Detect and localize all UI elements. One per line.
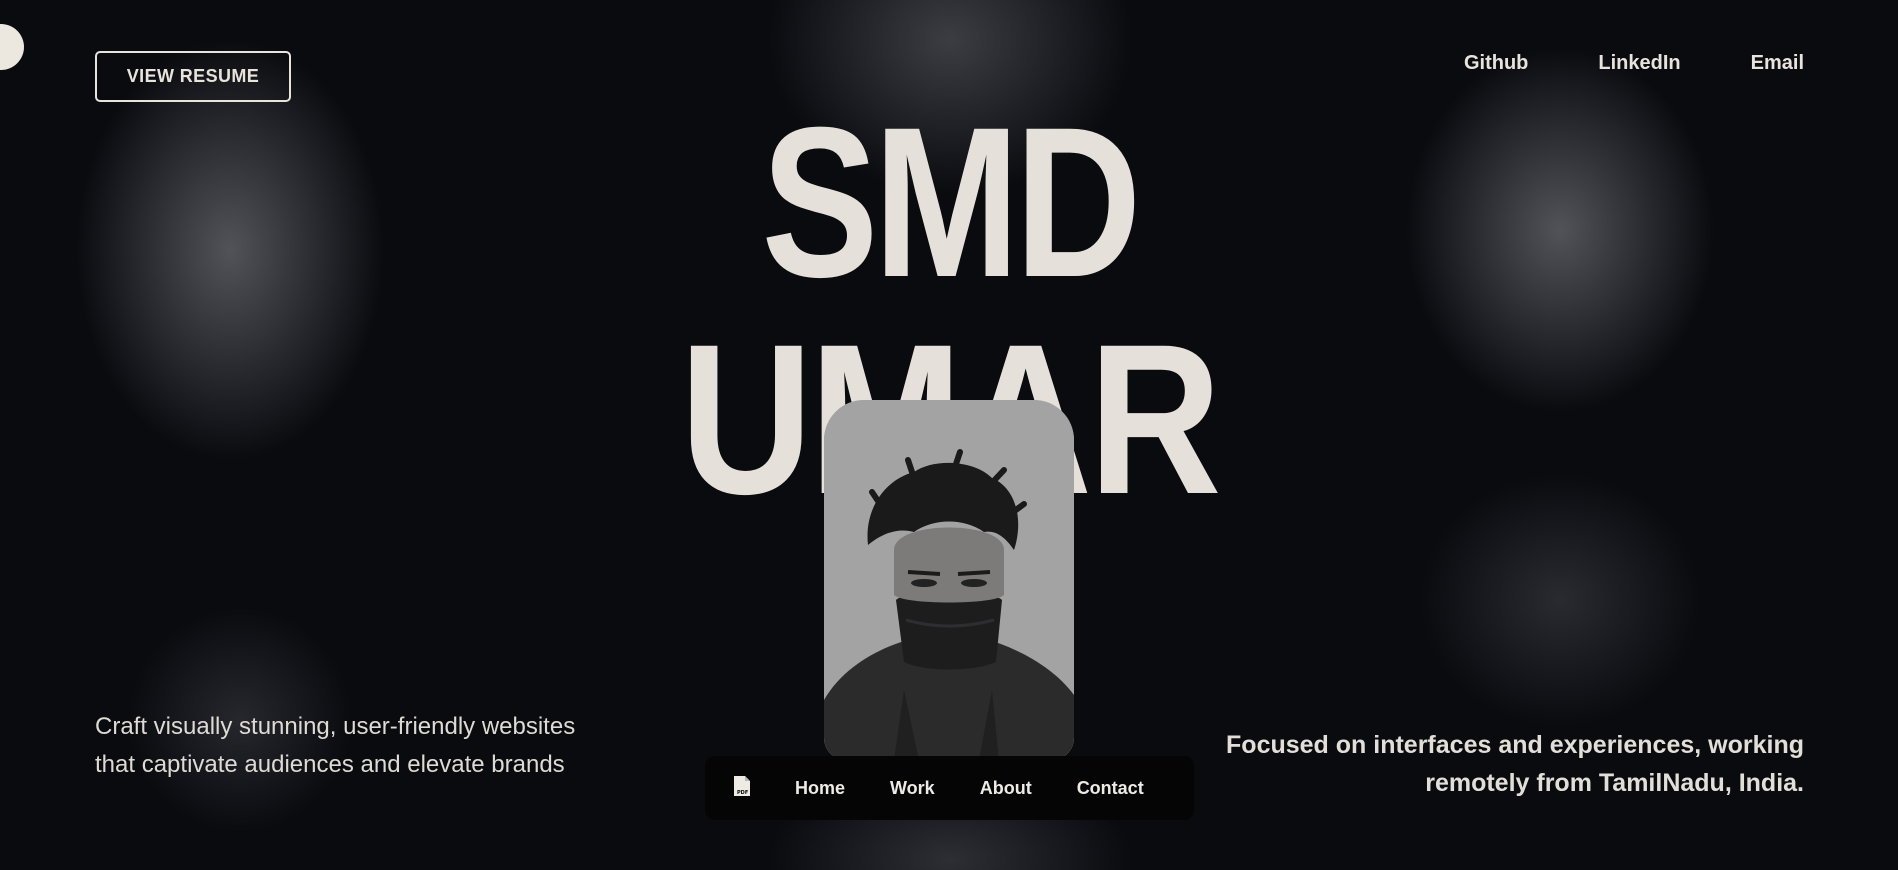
- nav-item-work[interactable]: Work: [890, 778, 935, 799]
- svg-text:PDF: PDF: [737, 790, 748, 796]
- top-nav: Github LinkedIn Email: [1464, 52, 1804, 75]
- nav-item-contact[interactable]: Contact: [1077, 778, 1144, 799]
- hero-page: VIEW RESUME Github LinkedIn Email SMD UM…: [0, 0, 1898, 870]
- view-resume-button[interactable]: VIEW RESUME: [95, 51, 291, 102]
- bottom-nav: PDF Home Work About Contact: [705, 756, 1194, 820]
- nav-item-about[interactable]: About: [980, 778, 1032, 799]
- pdf-file-icon[interactable]: PDF: [733, 775, 751, 802]
- nav-item-home[interactable]: Home: [795, 778, 845, 799]
- cursor-dot: [0, 24, 24, 70]
- linkedin-link[interactable]: LinkedIn: [1598, 52, 1680, 75]
- email-link[interactable]: Email: [1751, 52, 1804, 75]
- github-link[interactable]: Github: [1464, 52, 1528, 75]
- profile-portrait: [824, 400, 1074, 760]
- right-tagline: Focused on interfaces and experiences, w…: [1226, 731, 1804, 797]
- portrait-illustration: [824, 400, 1074, 760]
- hero-name-first: SMD: [761, 83, 1141, 322]
- left-tagline: Craft visually stunning, user-friendly w…: [95, 713, 576, 778]
